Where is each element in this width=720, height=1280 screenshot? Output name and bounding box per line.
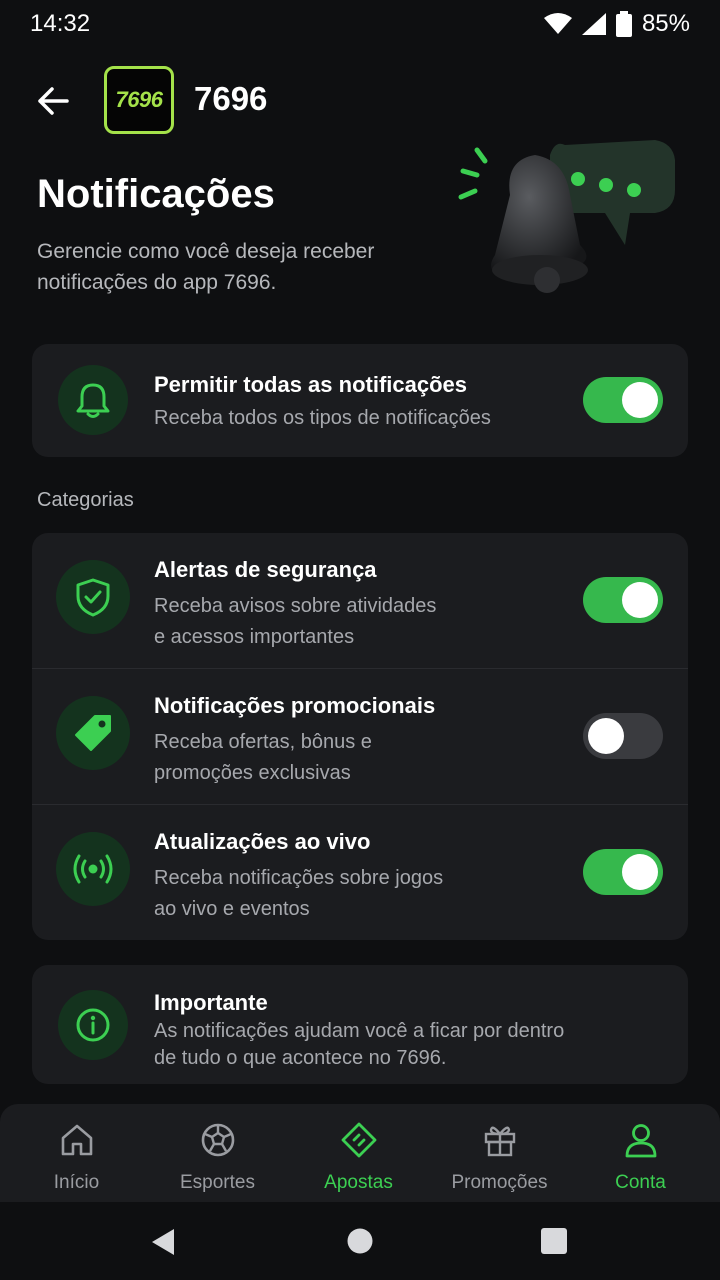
category-subtitle-line1: Receba notificações sobre jogos (154, 867, 444, 889)
allow-all-card: Permitir todas as notificações Receba to… (32, 344, 688, 457)
nav-label: Esportes (180, 1172, 255, 1193)
allow-all-toggle[interactable] (583, 377, 663, 423)
security-toggle[interactable] (583, 577, 663, 623)
system-home-icon[interactable] (347, 1228, 373, 1254)
info-card: Importante As notificações ajudam você a… (32, 965, 688, 1084)
allow-all-title: Permitir todas as notificações (154, 372, 467, 397)
system-recents-icon[interactable] (541, 1228, 567, 1254)
category-subtitle-line1: Receba avisos sobre atividades (154, 595, 437, 617)
system-nav-bar (0, 1202, 720, 1280)
gift-icon (484, 1126, 515, 1157)
live-icon-circle (56, 832, 130, 906)
toggle-knob (622, 854, 658, 890)
toggle-knob (588, 718, 624, 754)
categories-label: Categorias (37, 489, 134, 511)
arrow-left-icon (38, 87, 69, 115)
soccer-ball-icon (201, 1123, 234, 1157)
bell-chat-illustration-icon (458, 140, 675, 293)
nav-label: Promoções (451, 1172, 548, 1193)
allow-all-row: Permitir todas as notificações Receba to… (32, 344, 688, 457)
ticket-icon (341, 1122, 376, 1158)
toggle-knob (622, 382, 658, 418)
category-row-live: Atualizações ao vivo Receba notificações… (32, 804, 688, 939)
shield-icon-circle (56, 560, 130, 634)
live-toggle[interactable] (583, 849, 663, 895)
shield-check-icon (76, 578, 110, 617)
category-title: Notificações promocionais (154, 693, 436, 718)
nav-item-conta[interactable]: Conta (570, 1104, 711, 1202)
nav-label: Conta (615, 1172, 666, 1193)
live-broadcast-icon (73, 854, 113, 884)
status-bar: 14:32 85% (0, 0, 720, 48)
bell-icon (76, 383, 110, 418)
bell-icon-circle (58, 365, 128, 435)
app-header: 7696 7696 (0, 64, 720, 136)
app-name: 7696 (194, 80, 268, 117)
system-back-icon[interactable] (150, 1228, 176, 1256)
category-subtitle-line2: e acessos importantes (154, 626, 355, 648)
toggle-knob (622, 582, 658, 618)
nav-item-esportes[interactable]: Esportes (147, 1104, 288, 1202)
category-subtitle-line2: promoções exclusivas (154, 762, 351, 784)
wifi-icon (543, 13, 572, 34)
tag-icon-circle (56, 696, 130, 770)
info-text-line2: de tudo o que acontece no 7696. (154, 1047, 447, 1069)
info-icon (76, 1008, 110, 1042)
user-icon (625, 1124, 656, 1158)
page-title: Notificações (37, 172, 275, 216)
tag-icon (75, 715, 111, 751)
category-subtitle-line1: Receba ofertas, bônus e (154, 731, 372, 753)
nav-label: Início (53, 1172, 100, 1193)
category-title: Alertas de segurança (154, 557, 377, 582)
nav-label: Apostas (324, 1172, 393, 1193)
category-title: Atualizações ao vivo (154, 829, 371, 854)
category-subtitle-line2: ao vivo e eventos (154, 898, 310, 920)
app-logo: 7696 (104, 66, 174, 134)
signal-icon (581, 13, 606, 35)
category-row-security: Alertas de segurança Receba avisos sobre… (32, 533, 688, 668)
info-icon-circle (58, 990, 128, 1060)
page-description: Gerencie como você deseja receber notifi… (37, 240, 375, 294)
nav-item-inicio[interactable]: Início (6, 1104, 147, 1202)
home-icon (61, 1124, 92, 1156)
bottom-nav: Início Esportes Apostas Promoções Conta (0, 1104, 720, 1202)
battery-icon (615, 11, 632, 37)
nav-item-promocoes[interactable]: Promoções (429, 1104, 570, 1202)
promo-toggle[interactable] (583, 713, 663, 759)
allow-all-subtitle: Receba todos os tipos de notificações (154, 407, 491, 429)
info-text-line1: As notificações ajudam você a ficar por … (154, 1020, 565, 1042)
battery-percent: 85% (641, 10, 690, 37)
categories-card: Alertas de segurança Receba avisos sobre… (32, 533, 688, 940)
info-title: Importante (154, 990, 268, 1015)
status-time: 14:32 (30, 10, 91, 37)
status-icons: 85% (543, 10, 690, 38)
nav-item-apostas[interactable]: Apostas (288, 1104, 429, 1202)
category-row-promo: Notificações promocionais Receba ofertas… (32, 668, 688, 804)
back-button[interactable] (34, 82, 72, 120)
